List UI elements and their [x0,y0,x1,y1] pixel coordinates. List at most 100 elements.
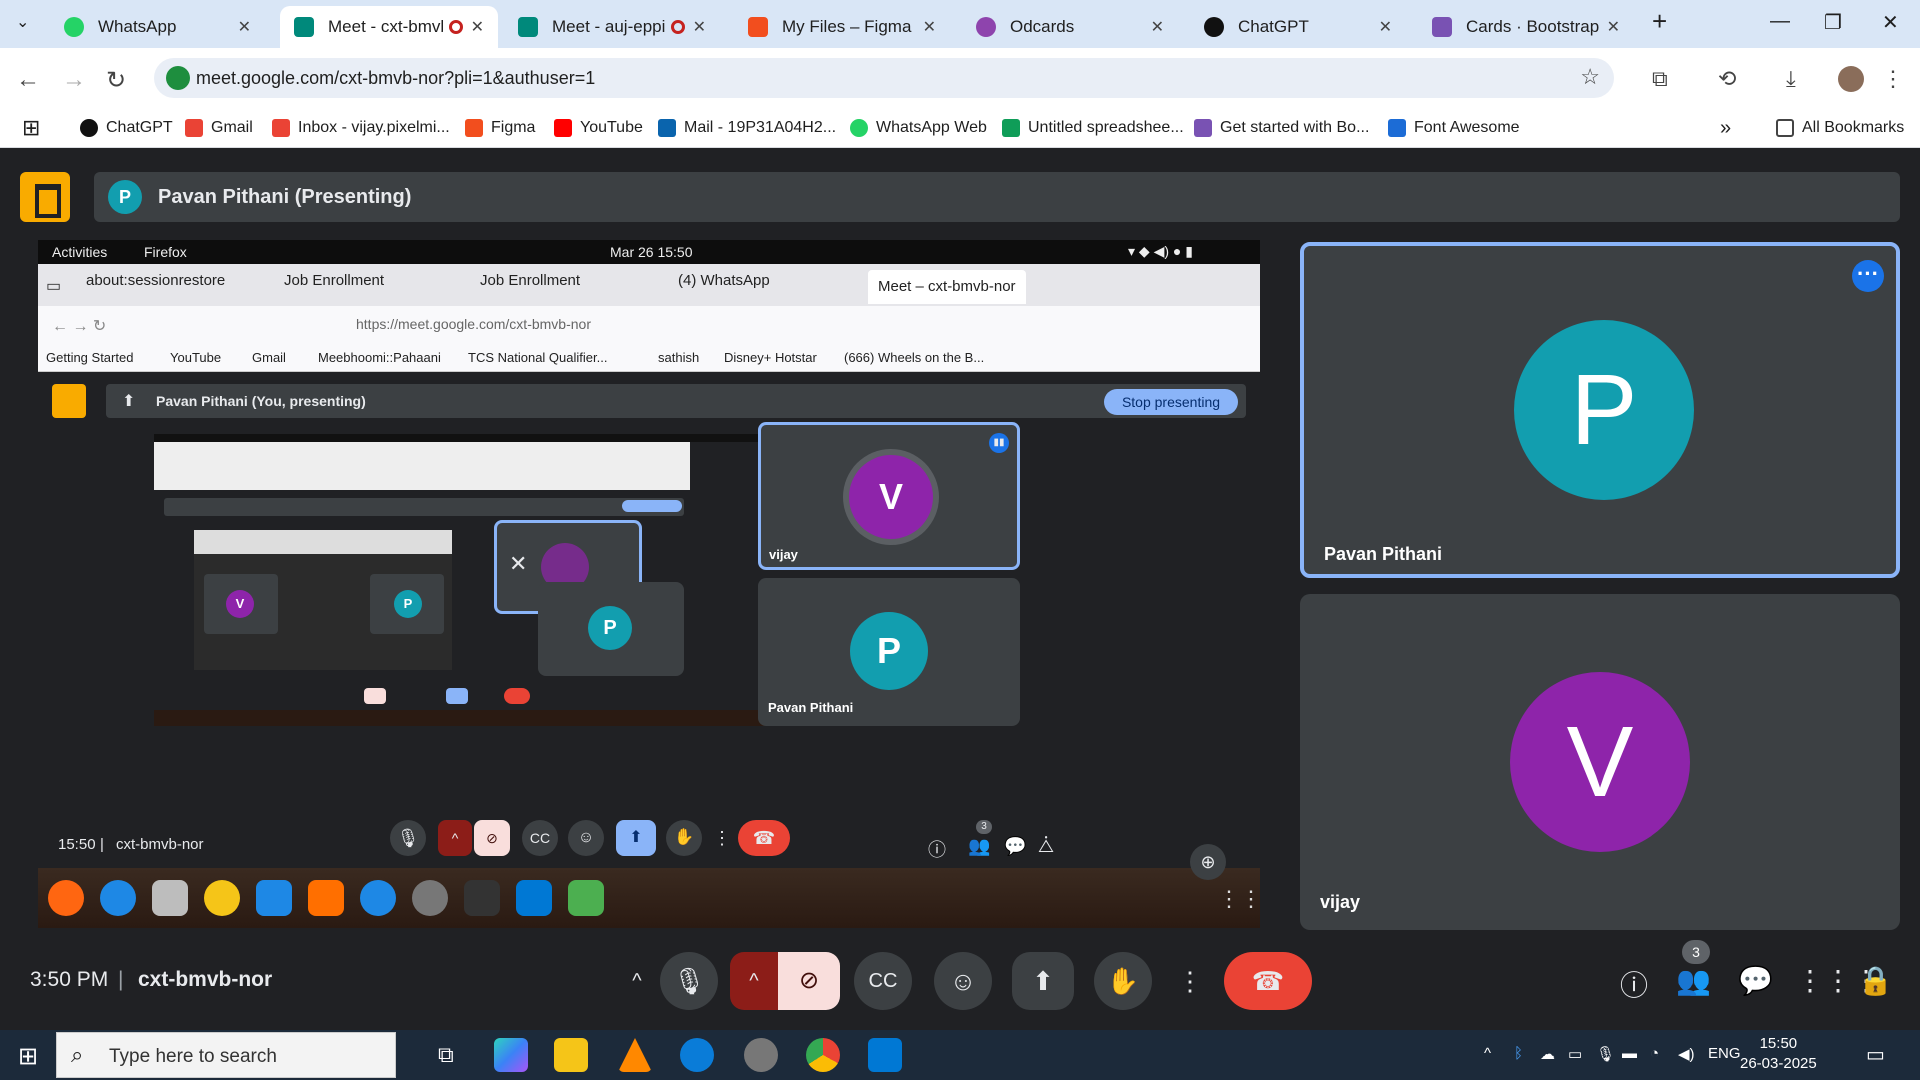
trash-icon [568,880,604,916]
tab-whatsapp[interactable]: WhatsApp ✕ [50,6,265,48]
bookmark-spreadsheet[interactable]: Untitled spreadshee... [1002,119,1184,137]
bookmark-label: Get started with Bo... [1220,119,1370,136]
bookmark-label: Mail - 19P31A04H2... [684,119,837,136]
bookmark-inbox[interactable]: Inbox - vijay.pixelmi... [272,119,450,137]
task-view-icon[interactable]: ⧉ [438,1042,454,1068]
people-icon[interactable]: 👥 [1676,964,1711,997]
back-arrow-icon[interactable]: ← [16,66,40,94]
tab-chatgpt[interactable]: ChatGPT ✕ [1190,6,1406,48]
tab-search-chevron-icon[interactable]: ⌄ [16,12,29,32]
shared-screen: Activities Firefox Mar 26 15:50 ▾ ◆ ◀) ●… [38,240,1260,928]
bookmark-font-awesome[interactable]: Font Awesome [1388,119,1520,137]
all-bookmarks[interactable]: All Bookmarks [1776,119,1904,137]
cloud-icon[interactable]: ☁ [1540,1045,1555,1063]
ff-bookmark: Disney+ Hotstar [724,350,817,365]
tab-odcards[interactable]: Odcards ✕ [962,6,1178,48]
ubuntu-dock: ⋮⋮ ⊕ [38,844,1260,928]
download-icon[interactable]: ⤓ [1786,66,1796,92]
raise-hand-button[interactable]: ✋ [1094,952,1152,1010]
host-controls-lock-icon[interactable]: 🔒 [1858,964,1893,997]
volume-icon[interactable]: ◀) [1678,1045,1695,1063]
inner-tile-pavan: P Pavan Pithani [758,578,1020,726]
chrome-icon[interactable] [806,1038,840,1072]
close-icon[interactable]: ✕ [1607,17,1620,37]
bookmark-mail[interactable]: Mail - 19P31A04H2... [658,119,836,137]
history-icon[interactable]: ⟲ [1718,66,1736,92]
kebab-menu-icon[interactable]: ⋮ [1882,66,1904,92]
participant-tile-vijay[interactable]: V vijay [1300,594,1900,930]
copilot-icon[interactable] [494,1038,528,1072]
mic-tray-icon[interactable]: 🎙 [1596,1045,1615,1063]
show-hidden-icons-chevron-icon[interactable]: ^ [1484,1045,1491,1062]
apps-grid-icon[interactable]: ⊞ [22,115,40,141]
close-icon[interactable]: ✕ [238,17,251,37]
close-icon[interactable]: ✕ [471,17,484,37]
settings-gear-icon[interactable] [744,1038,778,1072]
vijay-avatar: V [849,455,933,539]
firefox-icon [48,880,84,916]
close-icon[interactable]: ✕ [1151,17,1164,37]
file-explorer-icon[interactable] [554,1038,588,1072]
system-tray-icons: ▾ ◆ ◀) ● ▮ [1128,243,1193,259]
close-icon[interactable]: ✕ [1379,17,1392,37]
camera-off-button[interactable]: ⊘ [778,952,840,1010]
new-tab-plus-icon[interactable]: + [1652,6,1667,37]
meet-icon [518,17,538,37]
meeting-details-info-icon[interactable]: ⓘ [1620,964,1648,1004]
bookmark-youtube[interactable]: YouTube [554,119,643,137]
pavan-avatar: P [850,612,928,690]
tab-bootstrap[interactable]: Cards · Bootstrap v5. ✕ [1418,6,1634,48]
presenter-label: Pavan Pithani (Presenting) [158,186,412,208]
edge-icon[interactable] [680,1038,714,1072]
bluetooth-icon[interactable]: ᛒ [1514,1045,1523,1062]
taskbar-search[interactable]: ⌕ Type here to search [56,1032,396,1078]
bookmark-bootstrap[interactable]: Get started with Bo... [1194,119,1369,137]
vscode-icon[interactable] [868,1038,902,1072]
bookmark-whatsapp-web[interactable]: WhatsApp Web [850,119,987,137]
window-close-icon[interactable]: ✕ [1882,10,1899,35]
tab-figma[interactable]: My Files – Figma ✕ [734,6,950,48]
audio-settings-chevron-icon[interactable]: ^ [612,952,662,1010]
bookmark-figma[interactable]: Figma [465,119,535,137]
presenter-avatar: P [108,180,142,214]
bookmark-star-icon[interactable]: ☆ [1580,64,1600,90]
meet-companion-logo-icon[interactable] [20,172,70,222]
windows-start-icon[interactable]: ⊞ [18,1042,38,1071]
wifi-icon[interactable]: ◔ [1650,1045,1659,1062]
bookmark-chatgpt[interactable]: ChatGPT [80,119,173,137]
whatsapp-icon [850,119,868,137]
vlc-icon[interactable] [618,1038,652,1072]
close-icon[interactable]: ✕ [693,17,706,37]
taskbar-clock[interactable]: 15:50 26-03-2025 [1740,1034,1817,1074]
leave-call-button[interactable]: ☎ [1224,952,1312,1010]
battery-icon[interactable]: ▬ [1622,1045,1637,1062]
minimize-icon[interactable]: — [1770,10,1790,33]
close-icon[interactable]: ✕ [923,17,936,37]
address-bar[interactable]: meet.google.com/cxt-bmvb-nor?pli=1&authu… [154,58,1614,98]
bookmark-gmail[interactable]: Gmail [185,119,253,137]
present-now-button[interactable]: ⬆ [1012,952,1074,1010]
emoji-reactions-button[interactable]: ☺ [934,952,992,1010]
language-indicator[interactable]: ENG [1708,1045,1741,1062]
tab-label: Meet - cxt-bmvb [328,17,443,36]
site-info-icon[interactable] [166,66,190,90]
notifications-icon[interactable]: ▭ [1866,1042,1885,1067]
extensions-icon[interactable]: ⧉ [1652,66,1668,92]
microphone-button[interactable]: 🎙 [660,952,718,1010]
participant-tile-pavan[interactable]: P Pavan Pithani ··· [1300,242,1900,578]
captions-button[interactable]: CC [854,952,912,1010]
video-settings-chevron-icon[interactable]: ^ [730,952,778,1010]
more-options-dots-icon[interactable]: ··· [1852,260,1884,292]
chat-icon[interactable]: 💬 [1738,964,1773,997]
more-options-icon: ⋮ [713,828,731,848]
profile-avatar[interactable] [1838,66,1864,92]
tab-meet-auj[interactable]: Meet - auj-eppi- ✕ [504,6,720,48]
restore-icon[interactable]: ❐ [1824,10,1842,35]
forward-arrow-icon[interactable]: → [62,66,86,94]
more-bookmarks-chevron-icon[interactable]: » [1720,117,1731,140]
recording-icon [448,20,463,34]
tab-meet-cxt[interactable]: Meet - cxt-bmvb ✕ [280,6,498,48]
reload-icon[interactable]: ↻ [106,66,126,95]
display-icon[interactable]: ▭ [1568,1045,1582,1063]
more-options-button[interactable]: ⋮ [1168,952,1212,1010]
